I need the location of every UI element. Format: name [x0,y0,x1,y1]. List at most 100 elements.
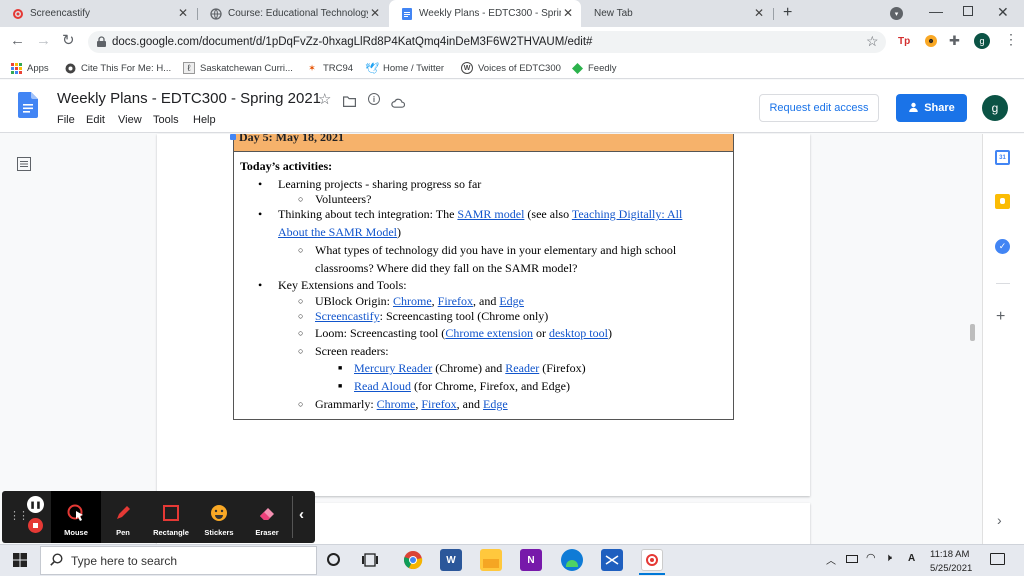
user-avatar[interactable]: g [982,95,1008,121]
clock-time[interactable]: 11:18 AM [930,549,969,560]
tasks-icon[interactable]: ✓ [995,239,1010,254]
loom-chrome-extension-link[interactable]: Chrome extension [445,326,533,340]
info-icon[interactable]: i [368,93,380,105]
ublock-firefox-link[interactable]: Firefox [438,294,473,308]
tool-label: Mouse [64,528,88,537]
tab-course[interactable]: Course: Educational Technology ✕ [198,0,388,27]
calendar-icon[interactable]: 31 [995,150,1010,165]
edge-icon[interactable] [561,549,583,571]
ublock-edge-link[interactable]: Edge [499,294,524,308]
cortana-icon[interactable] [327,553,340,566]
grammarly-edge-link[interactable]: Edge [483,397,508,411]
volume-icon[interactable]: 🕨 [885,552,892,565]
bookmark-twitter[interactable]: 🕊 Home / Twitter [365,57,445,79]
forward-icon[interactable]: → [36,32,51,49]
pen-tool[interactable]: Pen [98,491,148,543]
menu-view[interactable]: View [118,114,142,126]
stickers-tool[interactable]: Stickers [194,491,244,543]
back-icon[interactable]: ← [10,32,25,49]
close-tab-icon[interactable]: ✕ [178,6,188,20]
outline-icon[interactable] [17,157,31,176]
bookmark-voices[interactable]: W Voices of EDTC300 [461,57,561,79]
keep-icon[interactable] [995,194,1010,209]
grammarly-chrome-link[interactable]: Chrome [377,397,416,411]
profile-avatar[interactable]: g [974,33,990,49]
tab-screencastify[interactable]: Screencastify ✕ [0,0,196,27]
screencastify-link[interactable]: Screencastify [315,309,380,323]
menu-file[interactable]: File [57,114,75,126]
menu-edit[interactable]: Edit [86,114,105,126]
cloud-status-icon[interactable] [391,95,406,113]
clock-date[interactable]: 5/25/2021 [930,563,972,574]
close-tab-icon[interactable]: ✕ [563,6,573,20]
grammarly-firefox-link[interactable]: Firefox [421,397,456,411]
eraser-tool[interactable]: Eraser [242,491,292,543]
tab-weekly-plans[interactable]: Weekly Plans - EDTC300 - Spring ✕ [389,0,581,27]
emoji-extension-icon[interactable]: ☻ [925,35,937,47]
tp-extension-icon[interactable]: Tp [898,36,910,47]
teaching-digitally-link[interactable]: Teaching Digitally: All [572,207,682,221]
close-window-icon[interactable]: ✕ [997,4,1009,21]
notifications-icon[interactable] [990,553,1005,565]
pause-icon[interactable]: ❚❚ [27,496,44,513]
reader-link[interactable]: Reader [505,361,539,375]
bookmark-star-icon[interactable]: ☆ [866,33,879,50]
menu-tools[interactable]: Tools [153,114,179,126]
bookmark-saskatchewan[interactable]: ℓ Saskatchewan Curri... [183,57,293,79]
scrollbar-thumb[interactable] [970,324,975,341]
document-title[interactable]: Weekly Plans - EDTC300 - Spring 2021 [57,90,321,107]
tab-search-icon[interactable]: ▾ [890,7,903,20]
onenote-icon[interactable]: N [520,549,542,571]
keyboard-language-icon[interactable]: A [908,553,915,564]
collapse-toolbar-icon[interactable]: ‹ [299,506,304,523]
extensions-puzzle-icon[interactable]: ✚ [949,33,960,49]
wifi-icon[interactable]: ◠ [866,551,876,564]
stop-recording-icon[interactable] [28,518,43,533]
bookmark-apps[interactable]: Apps [10,57,49,79]
star-icon[interactable]: ☆ [318,90,331,108]
windows-start-icon[interactable] [13,553,27,572]
loom-desktop-tool-link[interactable]: desktop tool [549,326,608,340]
drag-handle-icon[interactable]: ⋮⋮ [9,509,29,522]
bookmark-label: Home / Twitter [383,62,445,74]
task-view-icon[interactable] [362,553,378,572]
file-explorer-icon[interactable] [480,549,502,571]
share-button[interactable]: Share [896,94,967,122]
folder-icon[interactable] [343,94,356,112]
new-tab-button[interactable]: + [783,4,792,22]
twitter-icon: 🕊 [365,62,379,75]
add-addon-icon[interactable]: + [996,308,1005,326]
browser-menu-icon[interactable]: ⋮ [1004,31,1018,48]
cursor-handle[interactable] [230,134,236,140]
taskbar-search-box[interactable]: Type here to search [40,546,317,575]
ublock-chrome-link[interactable]: Chrome [393,294,432,308]
rectangle-tool[interactable]: Rectangle [146,491,196,543]
word-icon[interactable]: W [440,549,462,571]
bookmark-trc94[interactable]: ✶ TRC94 [306,57,353,79]
tab-new-tab[interactable]: New Tab ✕ [582,0,772,27]
docs-icon [401,7,413,20]
restore-icon[interactable] [963,6,973,16]
expand-panel-icon[interactable]: › [997,512,1002,528]
address-bar[interactable]: docs.google.com/document/d/1pDqFvZz-0hxa… [88,31,886,53]
read-aloud-link[interactable]: Read Aloud [354,379,411,393]
cite-icon [64,62,76,74]
mouse-tool[interactable]: Mouse [51,491,101,543]
battery-icon[interactable] [846,555,858,563]
menu-help[interactable]: Help [193,114,216,126]
reload-icon[interactable]: ↻ [62,31,75,49]
samr-model-link[interactable]: SAMR model [457,207,524,221]
bookmark-feedly[interactable]: Feedly [571,57,617,79]
chrome-icon[interactable] [402,549,424,571]
minimize-icon[interactable]: — [929,3,943,19]
request-edit-access-button[interactable]: Request edit access [759,94,879,122]
mercury-reader-link[interactable]: Mercury Reader [354,361,432,375]
close-tab-icon[interactable]: ✕ [370,6,380,20]
show-hidden-icons[interactable]: ︿ [826,552,836,567]
docs-logo-icon[interactable] [18,92,38,123]
teaching-digitally-link[interactable]: About the SAMR Model [278,225,397,239]
bookmark-cite[interactable]: Cite This For Me: H... [64,57,171,79]
snipping-icon[interactable] [601,549,623,571]
close-tab-icon[interactable]: ✕ [754,6,764,20]
screencastify-app-icon[interactable] [641,549,663,571]
